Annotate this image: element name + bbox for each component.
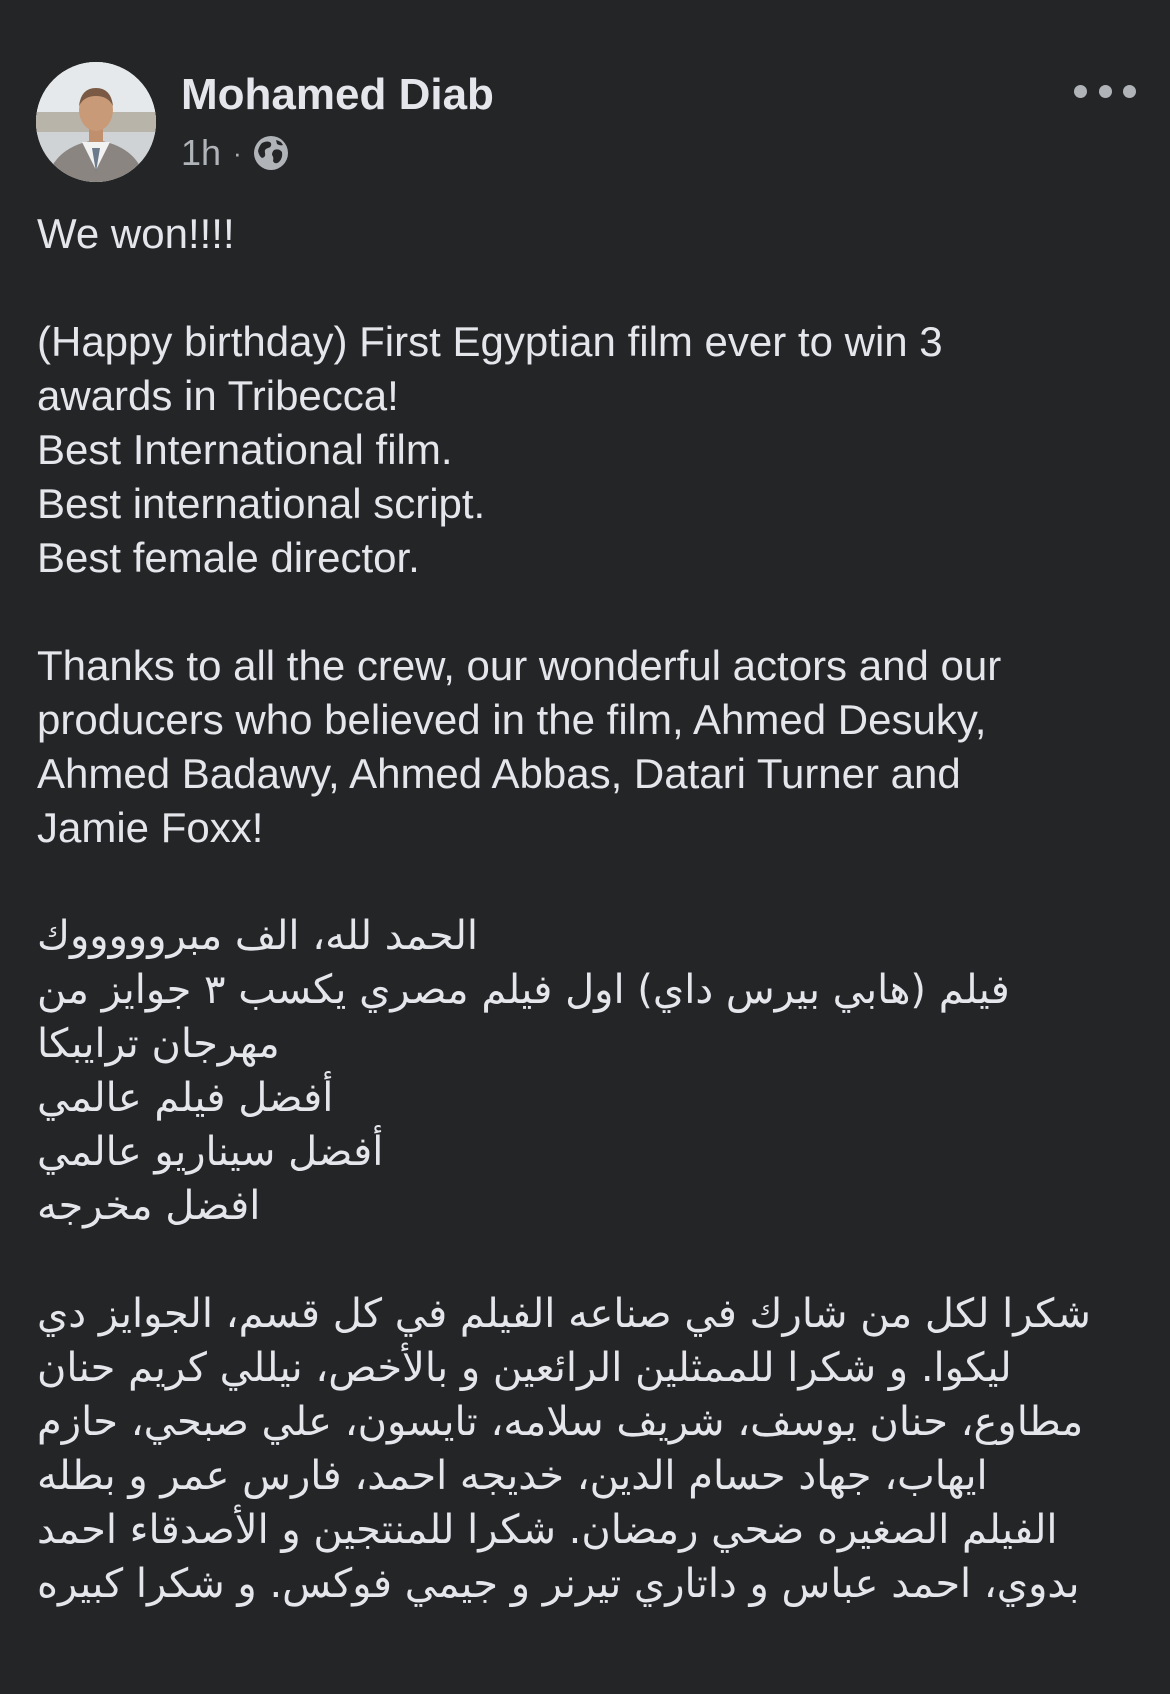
post-text-line-ar: ايهاب، جهاد حسام الدين، خديجه احمد، فارس… xyxy=(37,1453,988,1499)
post-text-line xyxy=(37,585,1137,639)
post-text-line-ar: الحمد لله، الف مبروووووك xyxy=(37,913,478,959)
post-text-line-ar: فيلم (هابي بيرس داي) اول فيلم مصري يكسب … xyxy=(37,967,1010,1013)
more-dot xyxy=(1098,84,1112,98)
post-text-line: Best international script. xyxy=(37,480,486,527)
meta-separator: · xyxy=(233,137,242,168)
post-meta: 1h · xyxy=(181,128,290,178)
post-text-line: Ahmed Badawy, Ahmed Abbas, Datari Turner… xyxy=(37,750,961,797)
globe-icon[interactable] xyxy=(252,134,290,172)
profile-photo xyxy=(36,62,156,182)
more-dot xyxy=(1123,84,1136,98)
post-text-line: Thanks to all the crew, our wonderful ac… xyxy=(37,642,1002,689)
post-text-line-ar: أفضل سيناريو عالمي xyxy=(37,1129,384,1175)
post-text-line-ar: أفضل فيلم عالمي xyxy=(37,1075,334,1121)
post-text-line-ar: افضل مخرجه xyxy=(37,1183,261,1229)
author-name[interactable]: Mohamed Diab xyxy=(181,70,494,120)
more-options-icon[interactable] xyxy=(1074,68,1136,114)
post-text-line-ar: بدوي، احمد عباس و داتاري تيرنر و جيمي فو… xyxy=(37,1561,1080,1607)
post-text-line-ar: مهرجان ترايبكا xyxy=(37,1021,280,1067)
post-text-line: Jamie Foxx! xyxy=(37,804,264,851)
post-text-line: (Happy birthday) First Egyptian film eve… xyxy=(37,318,943,365)
post-text-line-ar: شكرا لكل من شارك في صناعه الفيلم في كل ق… xyxy=(37,1291,1091,1337)
facebook-post: Mohamed Diab 1h · We won!!!! (Happy birt… xyxy=(0,0,1170,1694)
post-text-line-ar: مطاوع، حنان يوسف، شريف سلامه، تايسون، عل… xyxy=(37,1399,1084,1445)
post-text-line: producers who believed in the film, Ahme… xyxy=(37,696,987,743)
post-text-line-ar xyxy=(37,1233,1117,1287)
avatar[interactable] xyxy=(36,62,156,182)
post-text-line xyxy=(37,261,1137,315)
post-text-line-ar: الفيلم الصغيره ضحي رمضان. شكرا للمنتجين … xyxy=(37,1507,1058,1553)
post-text-line: We won!!!! xyxy=(37,210,235,257)
post-text-line: Best female director. xyxy=(37,534,420,581)
post-time[interactable]: 1h xyxy=(181,132,221,174)
arabic-text-block: الحمد لله، الف مبروووووك فيلم (هابي بيرس… xyxy=(37,909,1117,1611)
post-text-line: Best International film. xyxy=(37,426,453,473)
post-text-line-ar: ليكوا. و شكرا للممثلين الرائعين و بالأخص… xyxy=(37,1345,1012,1391)
post-body: We won!!!! (Happy birthday) First Egypti… xyxy=(37,207,1137,1611)
post-text-line: awards in Tribecca! xyxy=(37,372,399,419)
more-dot xyxy=(1074,84,1087,98)
